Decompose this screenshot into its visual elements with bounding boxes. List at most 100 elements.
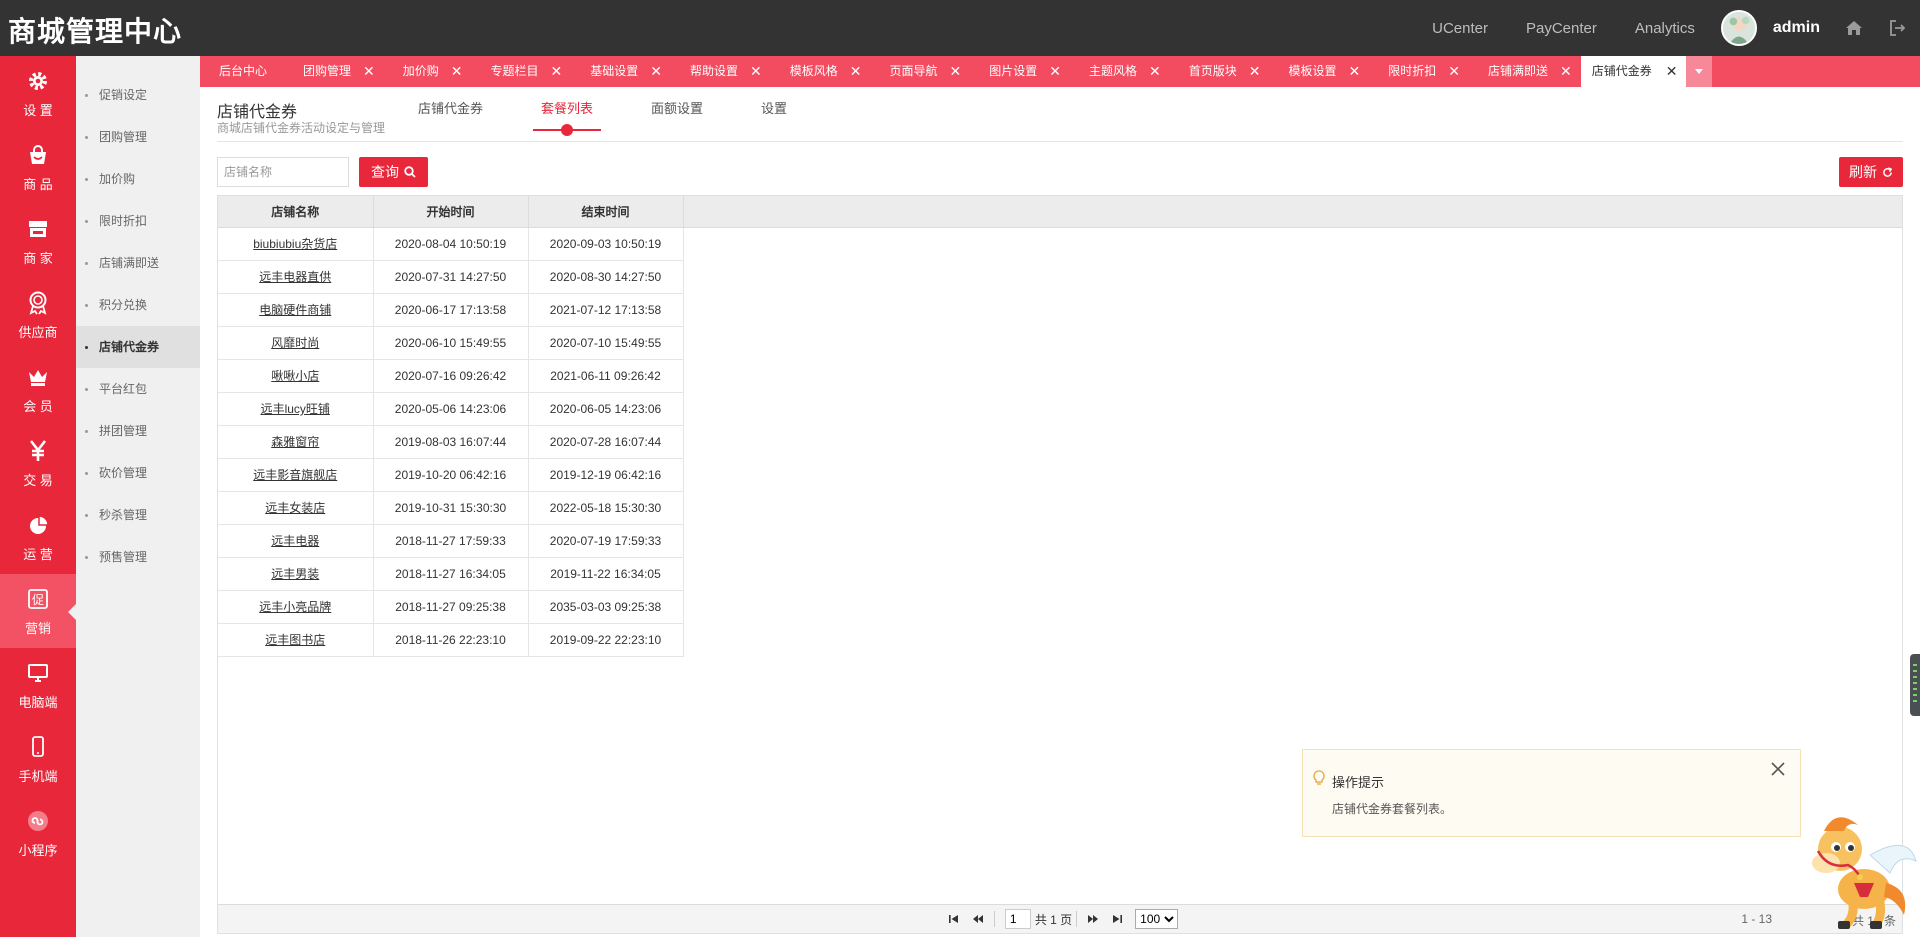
admin-username[interactable]: admin (1773, 19, 1820, 37)
subnav-flash-discount[interactable]: 限时折扣 (76, 200, 200, 242)
subtab-package-list[interactable]: 套餐列表 (533, 88, 602, 136)
subnav-full-gift[interactable]: 店铺满即送 (76, 242, 200, 284)
mainnav-operation[interactable]: 运 营 (0, 500, 76, 574)
subnav-group-purchase[interactable]: 拼团管理 (76, 410, 200, 452)
tab-full-gift[interactable]: 店铺满即送 ✕ (1469, 56, 1581, 87)
column-header-end-time[interactable]: 结束时间 (528, 196, 684, 228)
close-icon[interactable]: ✕ (363, 56, 375, 87)
close-icon[interactable]: ✕ (551, 56, 563, 87)
close-icon[interactable]: ✕ (850, 56, 862, 87)
shop-name-link[interactable]: 远丰图书店 (265, 633, 325, 647)
shop-name-search-input[interactable] (217, 157, 349, 187)
close-icon[interactable]: ✕ (451, 56, 463, 87)
shop-name-link[interactable]: 电脑硬件商铺 (259, 303, 331, 317)
next-page-icon[interactable] (1084, 910, 1102, 928)
tab-basic-settings[interactable]: 基础设置 ✕ (571, 56, 671, 87)
close-icon[interactable]: ✕ (1349, 56, 1361, 87)
close-icon[interactable]: ✕ (650, 56, 662, 87)
side-widget[interactable] (1910, 654, 1920, 716)
tab-home-blocks[interactable]: 首页版块 ✕ (1170, 56, 1270, 87)
close-icon[interactable]: ✕ (950, 56, 962, 87)
tab-image-settings[interactable]: 图片设置 ✕ (970, 56, 1070, 87)
tip-title: 操作提示 (1332, 775, 1385, 790)
subtab-settings[interactable]: 设置 (753, 88, 795, 130)
mainnav-merchant[interactable]: 商 家 (0, 204, 76, 278)
close-icon[interactable]: ✕ (750, 56, 762, 87)
paycenter-link[interactable]: PayCenter (1526, 20, 1597, 37)
tab-help-settings[interactable]: 帮助设置 ✕ (671, 56, 771, 87)
mainnav-pc[interactable]: 电脑端 (0, 648, 76, 722)
shop-name-link[interactable]: 远丰电器 (271, 534, 319, 548)
close-icon[interactable]: ✕ (1049, 56, 1061, 87)
avatar[interactable] (1720, 10, 1757, 46)
subnav-bargain[interactable]: 砍价管理 (76, 452, 200, 494)
start-time-cell: 2020-06-10 15:49:55 (373, 326, 529, 360)
home-icon[interactable] (1844, 18, 1864, 38)
mainnav-mobile[interactable]: 手机端 (0, 722, 76, 796)
close-icon[interactable]: ✕ (1666, 56, 1678, 87)
mainnav-member[interactable]: 会 员 (0, 352, 76, 426)
mainnav-trade[interactable]: 交 易 (0, 426, 76, 500)
refresh-button[interactable]: 刷新 (1839, 157, 1903, 187)
subnav-seckill[interactable]: 秒杀管理 (76, 494, 200, 536)
first-page-icon[interactable] (945, 910, 963, 928)
shop-name-link[interactable]: 森雅窗帘 (271, 435, 319, 449)
table-row: 电脑硬件商铺 2020-06-17 17:13:58 2021-07-12 17:1… (218, 293, 684, 327)
prev-page-icon[interactable] (969, 910, 987, 928)
end-time-cell: 2020-09-03 10:50:19 (528, 227, 684, 261)
tab-theme-style[interactable]: 主题风格 ✕ (1070, 56, 1170, 87)
promo-icon: 促 (25, 586, 51, 612)
logout-icon[interactable] (1888, 18, 1908, 38)
ucenter-link[interactable]: UCenter (1432, 20, 1488, 37)
mainnav-marketing[interactable]: 促 营销 (0, 574, 76, 648)
column-header-start-time[interactable]: 开始时间 (373, 196, 529, 228)
tab-groupbuy[interactable]: 团购管理 ✕ (284, 56, 384, 87)
close-icon[interactable]: ✕ (1149, 56, 1161, 87)
page-number-input[interactable] (1004, 909, 1031, 929)
subtab-denomination[interactable]: 面额设置 (643, 88, 711, 130)
tab-more-button[interactable] (1685, 56, 1712, 87)
analytics-link[interactable]: Analytics (1635, 20, 1695, 37)
tab-flash-discount[interactable]: 限时折扣 ✕ (1369, 56, 1469, 87)
close-icon[interactable]: ✕ (1448, 56, 1460, 87)
end-time-cell: 2021-07-12 17:13:58 (528, 293, 684, 327)
end-time-cell: 2020-06-05 14:23:06 (528, 392, 684, 426)
shop-name-link[interactable]: 远丰影音旗舰店 (253, 468, 337, 482)
shop-name-link[interactable]: 远丰lucy旺铺 (261, 402, 330, 416)
tab-shop-voucher[interactable]: 店铺代金券 ✕ (1580, 56, 1686, 87)
shop-name-link[interactable]: 远丰男装 (271, 567, 319, 581)
shop-name-link[interactable]: 远丰小亮品牌 (259, 600, 331, 614)
shop-name-link[interactable]: 远丰女装店 (265, 501, 325, 515)
column-header-shop-name[interactable]: 店铺名称 (218, 196, 374, 228)
search-button[interactable]: 查询 (359, 157, 428, 187)
subnav-groupbuy[interactable]: 团购管理 (76, 116, 200, 158)
table-row: 风靡时尚 2020-06-10 15:49:55 2020-07-10 15:49:… (218, 326, 684, 360)
tab-topic[interactable]: 专题栏目 ✕ (472, 56, 572, 87)
tab-template-settings[interactable]: 模板设置 ✕ (1270, 56, 1370, 87)
last-page-icon[interactable] (1108, 910, 1126, 928)
close-icon[interactable]: ✕ (1560, 56, 1572, 87)
tab-template-style[interactable]: 模板风格 ✕ (771, 56, 871, 87)
subnav-points-exchange[interactable]: 积分兑换 (76, 284, 200, 326)
shop-name-link[interactable]: 远丰电器直供 (259, 270, 331, 284)
start-time-cell: 2020-08-04 10:50:19 (373, 227, 529, 261)
close-icon[interactable]: ✕ (1249, 56, 1261, 87)
shop-name-link[interactable]: 啾啾小店 (271, 369, 319, 383)
subtab-shop-voucher[interactable]: 店铺代金券 (410, 88, 491, 130)
mainnav-settings[interactable]: 设 置 (0, 56, 76, 130)
tab-addprice[interactable]: 加价购 ✕ (384, 56, 472, 87)
shop-name-link[interactable]: biubiubiu杂货店 (253, 237, 337, 251)
subnav-addprice[interactable]: 加价购 (76, 158, 200, 200)
mainnav-goods[interactable]: 商 品 (0, 130, 76, 204)
subnav-presale[interactable]: 预售管理 (76, 536, 200, 578)
tab-dashboard[interactable]: 后台中心 (200, 56, 284, 87)
mainnav-miniprogram[interactable]: 小程序 (0, 796, 76, 870)
close-icon[interactable] (1770, 761, 1786, 777)
mainnav-supplier[interactable]: 供应商 (0, 278, 76, 352)
page-size-select[interactable]: 100 (1135, 909, 1179, 929)
subnav-shop-voucher[interactable]: 店铺代金券 (76, 326, 200, 368)
subnav-promotion-setting[interactable]: 促销设定 (76, 74, 200, 116)
shop-name-link[interactable]: 风靡时尚 (271, 336, 319, 350)
subnav-platform-redpack[interactable]: 平台红包 (76, 368, 200, 410)
tab-page-nav[interactable]: 页面导航 ✕ (871, 56, 971, 87)
